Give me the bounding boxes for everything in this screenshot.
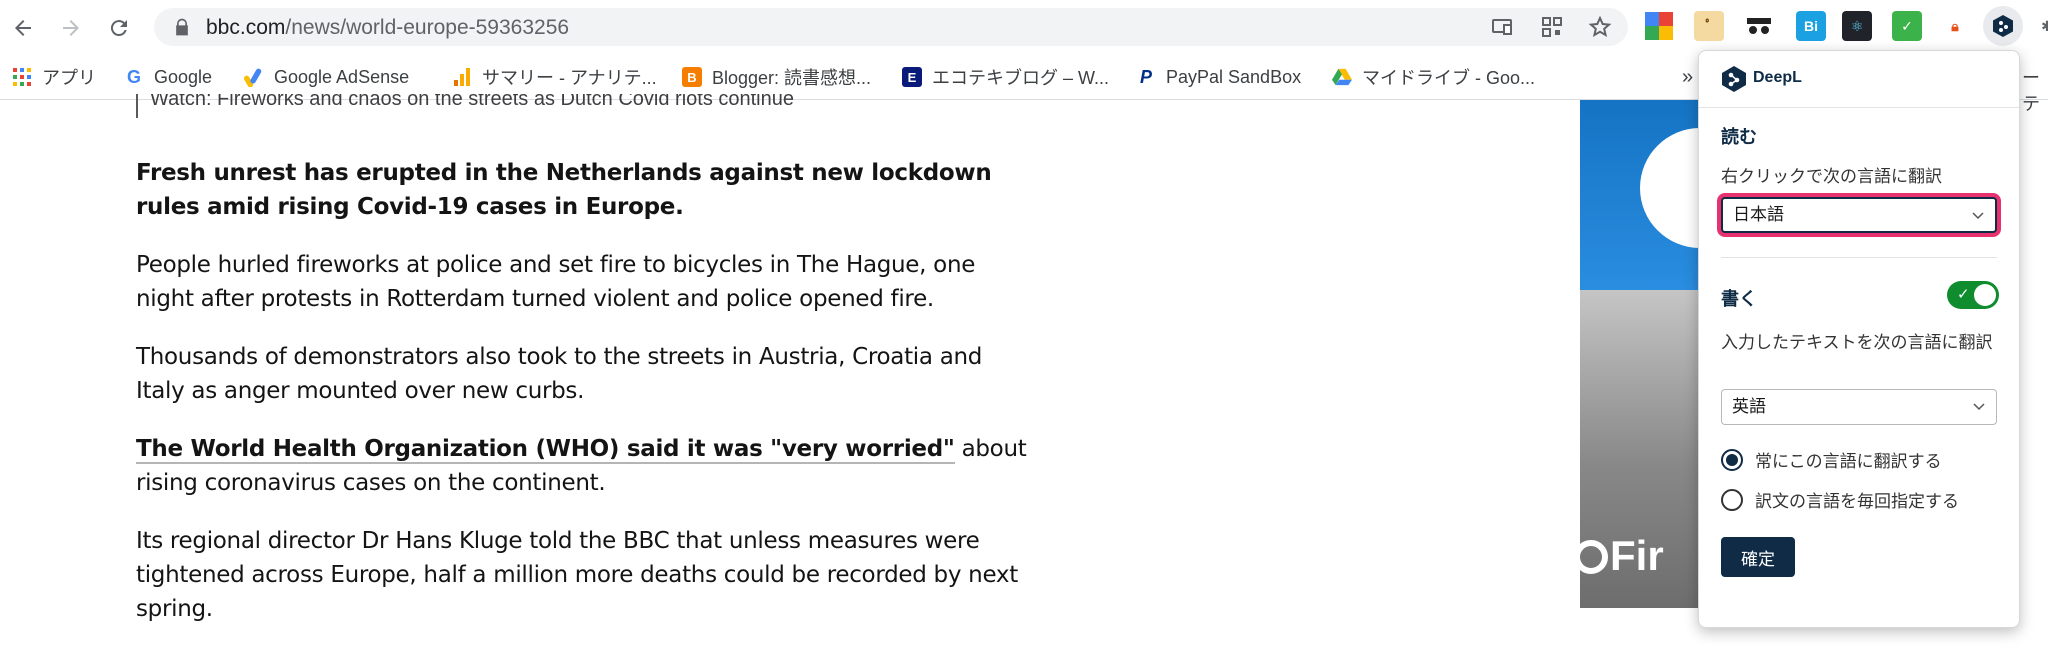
bookmark-analytics[interactable]: サマリー - アナリテ... (452, 64, 657, 90)
incognito-ext-icon[interactable] (1744, 11, 1774, 41)
url-text: bbc.com/news/world-europe-59363256 (206, 16, 570, 39)
google-translate-ext-icon[interactable] (1644, 11, 1674, 41)
analytics-icon (452, 67, 472, 87)
bookmark-paypal[interactable]: P PayPal SandBox (1136, 64, 1301, 90)
chevron-down-icon (1973, 403, 1985, 411)
selected-language: 日本語 (1733, 205, 1784, 224)
deepl-ext-icon[interactable] (1983, 6, 2023, 46)
article-paragraph: The World Health Organization (WHO) said… (136, 432, 1036, 500)
cast-icon[interactable] (1490, 15, 1514, 39)
bookmark-apps[interactable]: アプリ (12, 64, 96, 90)
reload-icon (110, 20, 127, 37)
read-section-title: 読む (1721, 127, 1757, 147)
bookmark-label: Blogger: 読書感想... (712, 68, 872, 88)
who-link[interactable]: The World Health Organization (WHO) said… (136, 436, 955, 464)
bookmark-label: PayPal SandBox (1166, 66, 1302, 87)
read-language-select[interactable]: 日本語 (1721, 197, 1997, 233)
back-arrow-icon (15, 20, 31, 36)
bookmark-adsense[interactable]: Google AdSense (244, 64, 409, 90)
deepl-popup: DeepL 読む 右クリックで次の言語に翻訳 日本語 書く ✓ 入力したテキスト… (1698, 50, 2020, 628)
blogger-icon: B (682, 67, 702, 87)
article-paragraph: Thousands of demonstrators also took to … (136, 344, 983, 404)
selected-language: 英語 (1732, 397, 1766, 416)
article-intro: Fresh unrest has erupted in the Netherla… (136, 160, 992, 220)
confirm-button[interactable]: 確定 (1721, 537, 1795, 577)
address-bar[interactable]: bbc.com/news/world-europe-59363256 (154, 8, 1628, 46)
bi-ext-icon[interactable]: Bi (1796, 11, 1826, 41)
bookmark-label: マイドライブ - Goo... (1362, 68, 1536, 88)
ad-text: Fir (1610, 532, 1664, 579)
write-language-select[interactable]: 英語 (1721, 389, 1997, 425)
reader-ext-icon[interactable]: ﾟ (1694, 11, 1724, 41)
toggle-knob (1974, 284, 1996, 306)
paypal-icon: P (1139, 66, 1152, 87)
browser-toolbar: bbc.com/news/world-europe-59363256 ﾟ Bi … (0, 0, 2048, 54)
bookmark-label: Google AdSense (274, 66, 410, 87)
ecotechi-icon: E (902, 67, 922, 87)
qr-code-icon[interactable] (1540, 15, 1564, 39)
video-caption: Watch: Fireworks and chaos on the street… (136, 94, 794, 118)
deepl-logo-icon (1722, 66, 1746, 92)
write-section-title: 書く (1721, 289, 1757, 309)
back-button[interactable] (6, 11, 40, 45)
write-language-label: 入力したテキストを次の言語に翻訳 (1721, 333, 1993, 352)
radio-button[interactable] (1721, 448, 1743, 471)
radio-label: 常にこの言語に翻訳する (1755, 452, 1942, 471)
react-devtools-icon[interactable]: ⚛ (1842, 11, 1872, 41)
drive-icon (1332, 67, 1352, 87)
article-paragraph: Its regional director Dr Hans Kluge told… (136, 528, 1018, 622)
bookmark-star-icon[interactable] (1588, 15, 1612, 39)
article-paragraph: People hurled fireworks at police and se… (136, 252, 976, 312)
more-bookmarks-button[interactable]: » (1682, 64, 1693, 90)
radio-label: 訳文の言語を毎回指定する (1755, 492, 1959, 511)
adsense-icon (244, 67, 264, 87)
bookmark-drive[interactable]: マイドライブ - Goo... (1332, 64, 1535, 90)
divider (1699, 107, 2019, 108)
bookmark-label: Google (154, 66, 213, 87)
bookmark-label: エコテキブログ – W... (932, 68, 1110, 88)
divider (1721, 257, 1997, 258)
radio-always-translate[interactable]: 常にこの言語に翻訳する (1721, 447, 1942, 472)
lock-icon (176, 18, 188, 36)
write-toggle[interactable]: ✓ (1947, 281, 1999, 309)
radio-choose-each-time[interactable]: 訳文の言語を毎回指定する (1721, 487, 1959, 512)
chevron-down-icon (1972, 212, 1984, 220)
bookmark-google[interactable]: G Google (124, 64, 212, 90)
reload-button[interactable] (102, 11, 136, 45)
checkmark-ext-icon[interactable]: ✓ (1892, 11, 1922, 41)
advertisement-image[interactable]: Fir (1580, 100, 1700, 608)
bookmark-ecotechi[interactable]: E エコテキブログ – W... (902, 64, 1109, 90)
lock-ext-icon[interactable]: 🔒︎ (1940, 11, 1970, 41)
radio-button[interactable] (1721, 488, 1743, 511)
bookmark-overflow-text: ーテ (2022, 68, 2040, 114)
check-icon: ✓ (1957, 286, 1970, 303)
deepl-brand: DeepL (1753, 69, 1802, 86)
forward-arrow-icon (63, 20, 79, 36)
bookmark-label: アプリ (42, 68, 96, 88)
apps-grid-icon (12, 67, 32, 87)
bookmark-label: サマリー - アナリテ... (482, 68, 657, 88)
google-icon: G (126, 66, 141, 87)
read-language-label: 右クリックで次の言語に翻訳 (1721, 167, 1942, 186)
puzzle-ext-icon[interactable]: ✱ (2032, 11, 2048, 41)
forward-button[interactable] (54, 11, 88, 45)
bookmark-blogger[interactable]: B Blogger: 読書感想... (682, 64, 871, 90)
